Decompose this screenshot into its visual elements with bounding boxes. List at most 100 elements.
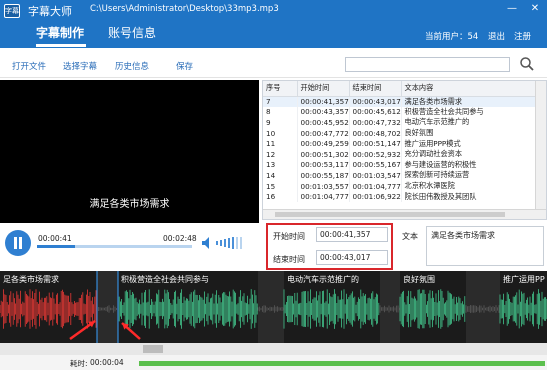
table-row[interactable]: 9 00:00:45,952 00:00:47,732 电动汽车示范推广的	[263, 117, 536, 128]
cell-end: 00:01:06,922	[349, 191, 402, 202]
file-path: C:\Users\Administrator\Desktop\33mp3.mp3	[90, 4, 279, 14]
cell-start: 00:00:41,357	[297, 96, 350, 107]
column-header-index[interactable]: 序号	[263, 81, 298, 97]
volume-slider[interactable]	[216, 237, 246, 249]
cell-text: 满足各类市场需求	[401, 96, 536, 107]
subtitle-table: 序号 开始时间 结束时间 文本内容 7 00:00:41,357 00:00:43,…	[262, 80, 547, 220]
time-editor-panel: 开始时间 00:00:41,357 结束时间 00:00:43,017	[266, 223, 393, 270]
pause-button[interactable]	[5, 230, 31, 256]
tab-account-info[interactable]: 账号信息	[108, 24, 156, 41]
cell-text: 参与建设运营的积极性	[401, 159, 536, 171]
pause-icon	[14, 237, 17, 249]
playback-progress-fill	[37, 245, 75, 248]
table-row[interactable]: 15 00:01:03,557 00:01:04,777 北京积水潭医院	[263, 180, 536, 192]
waveform-segment-label: 足各类市场需求	[3, 274, 59, 284]
cell-end: 00:00:45,612	[349, 106, 402, 118]
waveform-gap	[96, 305, 117, 313]
waveform-gap	[379, 305, 400, 313]
open-file-button[interactable]: 打开文件	[12, 60, 46, 72]
text-label: 文本	[402, 232, 418, 241]
cell-text: 电动汽车示范推广的	[401, 117, 536, 128]
waveform-segment-label: 电动汽车示范推广的	[287, 274, 359, 284]
cell-index: 12	[263, 148, 298, 160]
cell-text: 充分调动社会资本	[401, 148, 536, 160]
subtitle-text-field[interactable]: 满足各类市场需求	[426, 226, 544, 266]
audio-waveform[interactable]: 足各类市场需求 积极营造全社会共同参与 电动汽车示范推广的 良好氛围 推广运用PP	[0, 271, 547, 343]
table-row[interactable]: 13 00:00:53,117 00:00:55,167 参与建设运营的积极性	[263, 159, 536, 171]
register-link[interactable]: 注册	[514, 30, 531, 42]
cell-text: 积极营造全社会共同参与	[401, 106, 536, 118]
minimize-button[interactable]: —	[505, 2, 519, 16]
cell-start: 00:00:45,952	[297, 117, 350, 128]
active-tab-indicator	[36, 44, 86, 47]
cell-text: 北京积水潭医院	[401, 180, 536, 192]
start-time-field[interactable]: 00:00:41,357	[316, 227, 388, 242]
status-progress-bar	[139, 361, 545, 366]
app-logo-icon: 字幕	[4, 4, 20, 18]
select-subtitles-button[interactable]: 选择字幕	[63, 60, 97, 72]
cell-start: 00:00:53,117	[297, 159, 350, 171]
table-scroll-thumb[interactable]	[275, 212, 505, 217]
duration: 00:02:48	[163, 234, 197, 243]
cell-start: 00:01:03,557	[297, 180, 350, 192]
cell-index: 8	[263, 106, 298, 118]
close-button[interactable]: ✕	[528, 2, 542, 16]
column-header-text[interactable]: 文本内容	[401, 81, 536, 97]
cell-index: 9	[263, 117, 298, 128]
cell-text: 良好氛围	[401, 127, 536, 139]
column-header-start[interactable]: 开始时间	[297, 81, 350, 97]
cell-index: 13	[263, 159, 298, 171]
table-row[interactable]: 7 00:00:41,357 00:00:43,017 满足各类市场需求	[263, 96, 536, 107]
waveform-gap	[465, 305, 500, 313]
speaker-icon[interactable]	[201, 236, 213, 250]
cell-end: 00:01:04,777	[349, 180, 402, 192]
logout-link[interactable]: 退出	[488, 30, 505, 42]
playback-progress-bar[interactable]	[37, 245, 192, 248]
cell-start: 00:00:47,772	[297, 127, 350, 139]
cell-text: 推广运用PPP模式	[401, 138, 536, 149]
cell-end: 00:00:55,167	[349, 159, 402, 171]
cell-end: 00:00:51,147	[349, 138, 402, 149]
cell-index: 14	[263, 170, 298, 181]
table-row[interactable]: 11 00:00:49,259 00:00:51,147 推广运用PPP模式	[263, 138, 536, 149]
column-header-end[interactable]: 结束时间	[349, 81, 402, 97]
cell-start: 00:01:04,777	[297, 191, 350, 202]
current-time: 00:00:41	[38, 234, 72, 243]
online-users: 当前用户：54	[425, 32, 479, 42]
waveform-segment-label: 积极营造全社会共同参与	[121, 274, 209, 284]
cell-end: 00:00:47,732	[349, 117, 402, 128]
waveform-segment-label: 推广运用PP	[503, 274, 545, 284]
table-row[interactable]: 8 00:00:43,357 00:00:45,612 积极营造全社会共同参与	[263, 106, 536, 118]
table-horizontal-scrollbar[interactable]	[263, 209, 546, 219]
cell-start: 00:00:51,302	[297, 148, 350, 160]
tab-subtitle-making[interactable]: 字幕制作	[36, 24, 84, 41]
elapsed-time: 00:00:04	[90, 358, 124, 367]
waveform-scrollbar[interactable]	[0, 343, 547, 355]
save-button[interactable]: 保存	[176, 60, 193, 72]
cell-end: 00:01:03,547	[349, 170, 402, 181]
table-row[interactable]: 16 00:01:04,777 00:01:06,922 院长田伟教授及其团队	[263, 191, 536, 202]
search-icon[interactable]	[519, 56, 535, 72]
end-time-field[interactable]: 00:00:43,017	[316, 250, 388, 265]
table-vertical-scrollbar[interactable]	[535, 81, 546, 209]
video-subtitle-overlay: 满足各类市场需求	[89, 199, 170, 210]
table-row[interactable]: 10 00:00:47,772 00:00:48,702 良好氛围	[263, 127, 536, 139]
cell-index: 16	[263, 191, 298, 202]
app-name: 字幕大师	[28, 5, 72, 18]
elapsed-label: 耗时:	[70, 359, 88, 368]
waveform-scroll-thumb[interactable]	[143, 345, 163, 353]
table-row[interactable]: 12 00:00:51,302 00:00:52,932 充分调动社会资本	[263, 148, 536, 160]
pause-icon-bar	[19, 237, 22, 249]
cell-start: 00:00:49,259	[297, 138, 350, 149]
cell-index: 10	[263, 127, 298, 139]
cell-start: 00:00:55,187	[297, 170, 350, 181]
cell-index: 11	[263, 138, 298, 149]
waveform-segment-label: 良好氛围	[403, 274, 435, 284]
cell-text: 探索创新可持续运营	[401, 170, 536, 181]
history-button[interactable]: 历史信息	[115, 60, 149, 72]
end-time-label: 结束时间	[273, 255, 305, 264]
search-input[interactable]	[345, 57, 510, 72]
waveform-gap	[257, 305, 284, 313]
start-time-label: 开始时间	[273, 232, 305, 241]
table-row[interactable]: 14 00:00:55,187 00:01:03,547 探索创新可持续运营	[263, 170, 536, 181]
